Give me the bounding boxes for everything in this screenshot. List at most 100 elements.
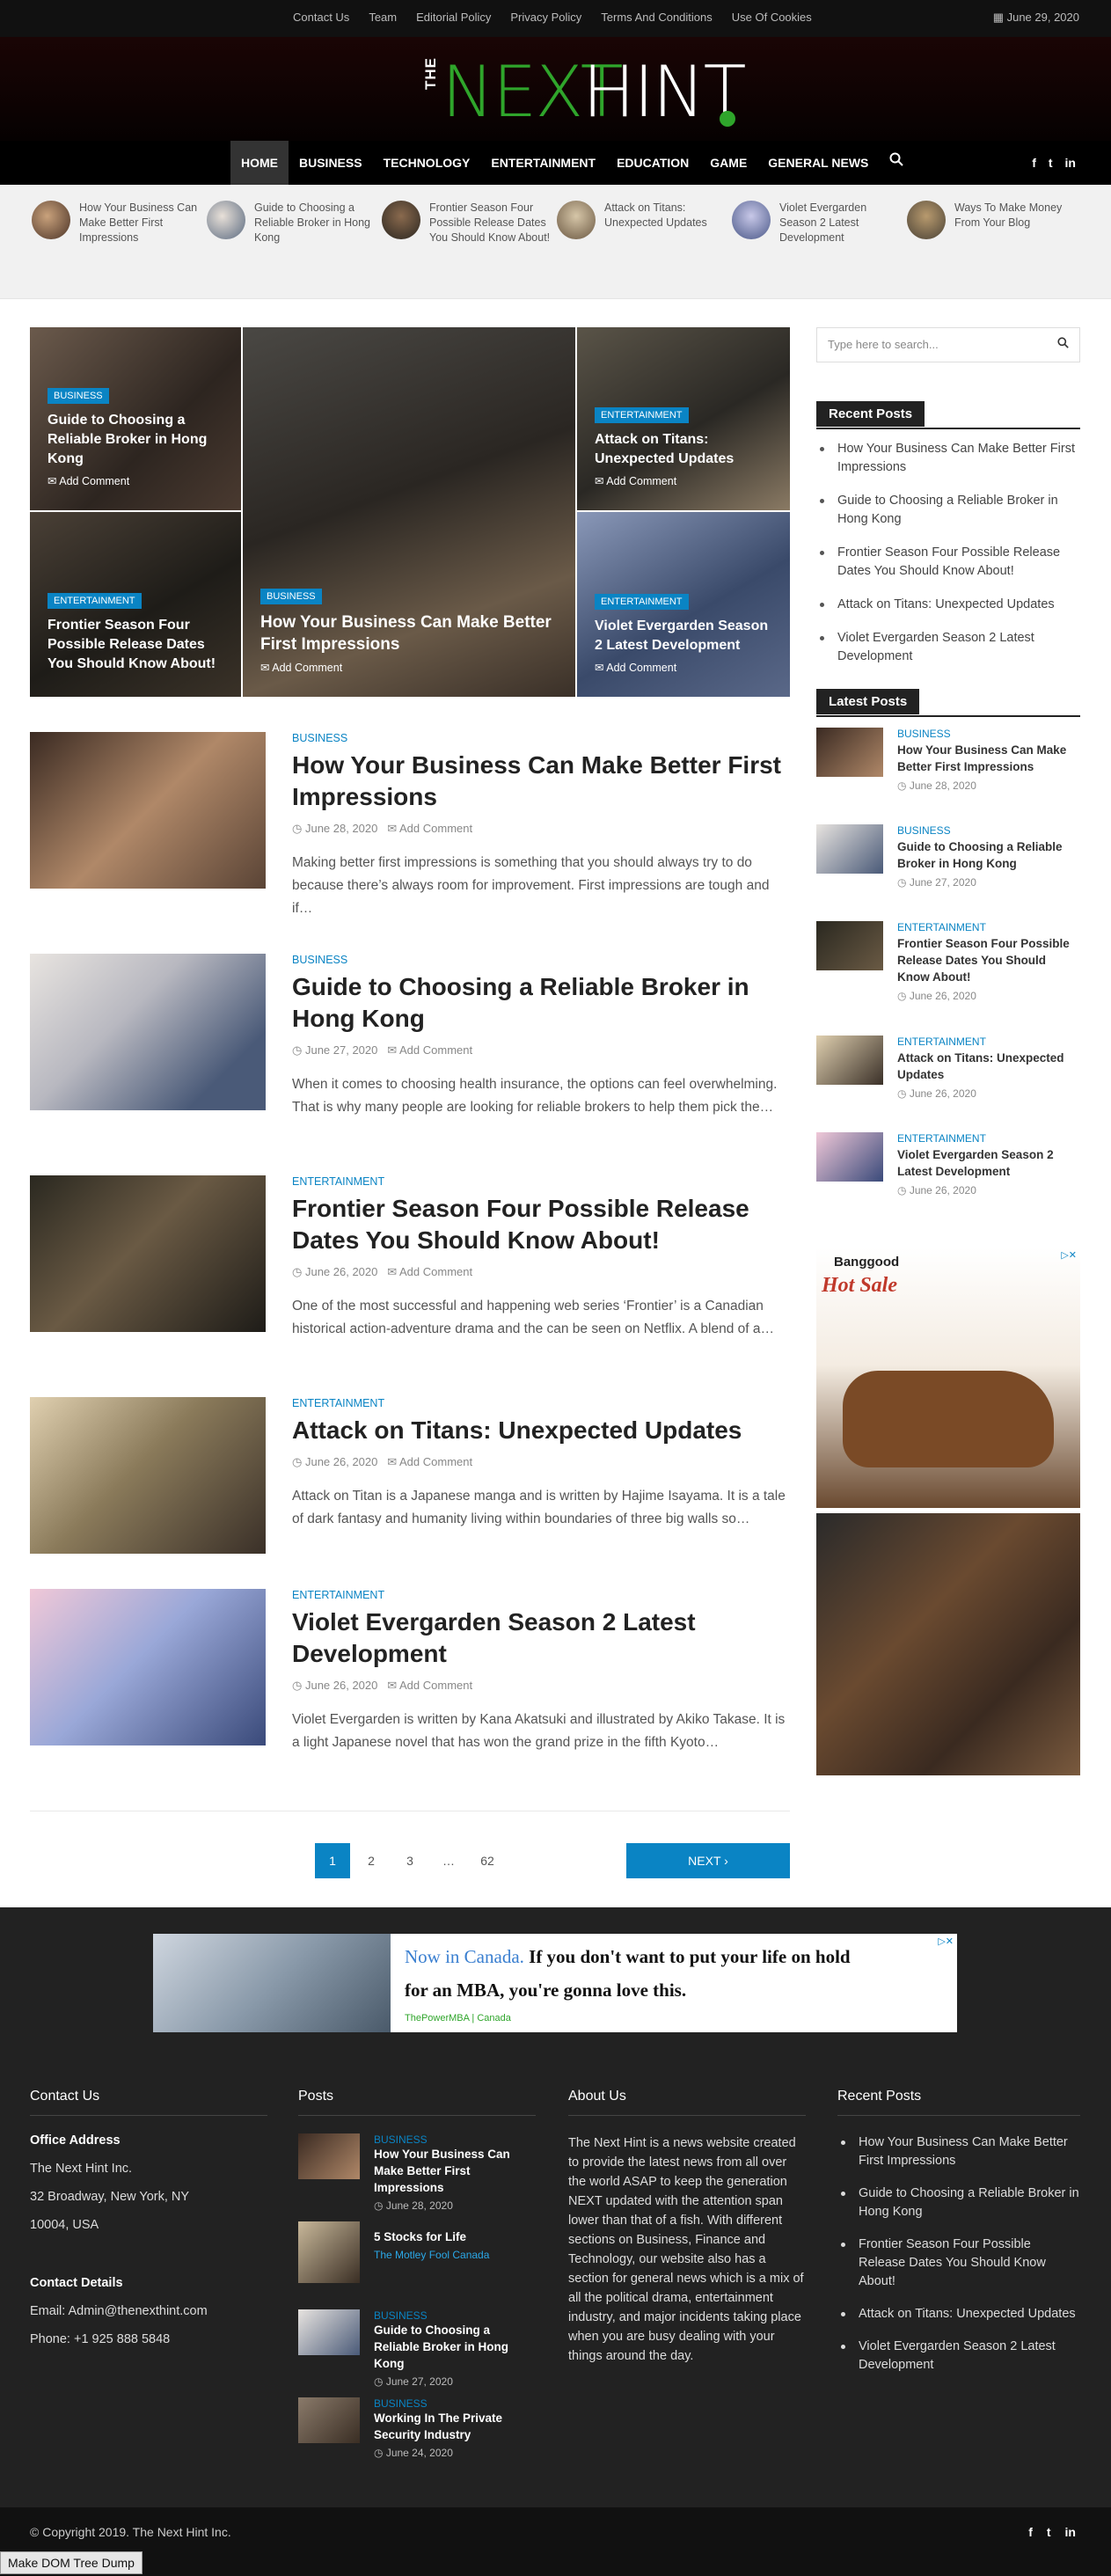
footer-recent-link[interactable]: Attack on Titans: Unexpected Updates xyxy=(837,2305,1080,2324)
ticker-item[interactable]: Attack on Titans: Unexpected Updates xyxy=(557,201,728,239)
footer-post[interactable]: BUSINESS Working In The Private Security … xyxy=(298,2397,536,2485)
recent-post-link[interactable]: Guide to Choosing a Reliable Broker in H… xyxy=(816,492,1080,529)
page-62[interactable]: 62 xyxy=(470,1843,505,1878)
facebook-icon[interactable]: f xyxy=(1028,2525,1033,2539)
latest-post-title[interactable]: Attack on Titans: Unexpected Updates xyxy=(897,1050,1080,1083)
nav-business[interactable]: BUSINESS xyxy=(289,141,373,185)
featured-item[interactable]: ENTERTAINMENT Attack on Titans: Unexpecte… xyxy=(577,327,790,510)
add-comment[interactable]: ✉ Add Comment xyxy=(48,474,227,487)
add-comment[interactable]: Add Comment xyxy=(399,822,472,835)
site-logo[interactable]: THE NEXT HINT xyxy=(422,53,746,132)
footer-post-category[interactable]: BUSINESS xyxy=(374,2397,536,2410)
footer-post-title[interactable]: 5 Stocks for Life xyxy=(374,2228,489,2245)
footer-sponsored-post[interactable]: 5 Stocks for Life The Motley Fool Canada xyxy=(298,2221,536,2309)
article-title[interactable]: Frontier Season Four Possible Release Da… xyxy=(292,1193,790,1256)
latest-post[interactable]: BUSINESS How Your Business Can Make Bette… xyxy=(816,728,1080,824)
nav-home[interactable]: HOME xyxy=(230,141,289,185)
footer-post[interactable]: BUSINESS Guide to Choosing a Reliable Bro… xyxy=(298,2309,536,2397)
ad-image-bottom[interactable] xyxy=(816,1513,1080,1775)
ticker-item[interactable]: How Your Business Can Make Better First … xyxy=(32,201,203,245)
ticker-item[interactable]: Ways To Make Money From Your Blog xyxy=(907,201,1078,239)
latest-post-category[interactable]: BUSINESS xyxy=(897,728,1080,740)
top-link-team[interactable]: Team xyxy=(369,11,397,24)
latest-post-category[interactable]: ENTERTAINMENT xyxy=(897,1036,1080,1048)
featured-title[interactable]: Frontier Season Four Possible Release Da… xyxy=(48,616,227,674)
recent-post-link[interactable]: Violet Evergarden Season 2 Latest Develo… xyxy=(816,629,1080,666)
footer-post-title[interactable]: How Your Business Can Make Better First … xyxy=(374,2146,536,2196)
top-link-contact[interactable]: Contact Us xyxy=(293,11,349,24)
twitter-icon[interactable]: t xyxy=(1047,2525,1051,2539)
latest-post[interactable]: ENTERTAINMENT Violet Evergarden Season 2 … xyxy=(816,1132,1080,1229)
nav-entertainment[interactable]: ENTERTAINMENT xyxy=(480,141,606,185)
article-title[interactable]: Violet Evergarden Season 2 Latest Develo… xyxy=(292,1606,790,1670)
latest-post-thumb[interactable] xyxy=(816,921,883,970)
article-image[interactable] xyxy=(30,1397,266,1554)
latest-post-category[interactable]: BUSINESS xyxy=(897,824,1080,837)
footer-ad[interactable]: Now in Canada. If you don't want to put … xyxy=(153,1934,957,2032)
nav-game[interactable]: GAME xyxy=(699,141,757,185)
add-comment[interactable]: ✉ Add Comment xyxy=(260,661,561,674)
footer-post-title[interactable]: Working In The Private Security Industry xyxy=(374,2410,536,2443)
latest-post[interactable]: ENTERTAINMENT Attack on Titans: Unexpecte… xyxy=(816,1036,1080,1132)
top-link-cookies[interactable]: Use Of Cookies xyxy=(732,11,812,24)
article-title[interactable]: Guide to Choosing a Reliable Broker in H… xyxy=(292,971,790,1035)
footer-post-category[interactable]: BUSINESS xyxy=(374,2133,536,2146)
ticker-item[interactable]: Frontier Season Four Possible Release Da… xyxy=(382,201,553,245)
add-comment[interactable]: Add Comment xyxy=(399,1455,472,1468)
article-category[interactable]: ENTERTAINMENT xyxy=(292,1175,790,1188)
add-comment[interactable]: Add Comment xyxy=(399,1679,472,1692)
facebook-icon[interactable]: f xyxy=(1032,156,1036,170)
featured-item[interactable]: ENTERTAINMENT Frontier Season Four Possib… xyxy=(30,512,241,697)
page-2[interactable]: 2 xyxy=(354,1843,389,1878)
featured-title[interactable]: Attack on Titans: Unexpected Updates xyxy=(595,430,776,469)
add-comment[interactable]: Add Comment xyxy=(399,1043,472,1057)
latest-post-title[interactable]: Guide to Choosing a Reliable Broker in H… xyxy=(897,838,1080,872)
latest-post-thumb[interactable] xyxy=(816,728,883,777)
article-category[interactable]: ENTERTAINMENT xyxy=(292,1397,790,1409)
latest-post[interactable]: BUSINESS Guide to Choosing a Reliable Bro… xyxy=(816,824,1080,921)
latest-post-category[interactable]: ENTERTAINMENT xyxy=(897,1132,1080,1145)
latest-post-thumb[interactable] xyxy=(816,1132,883,1182)
latest-post-thumb[interactable] xyxy=(816,1036,883,1085)
recent-post-link[interactable]: How Your Business Can Make Better First … xyxy=(816,440,1080,477)
footer-recent-link[interactable]: Violet Evergarden Season 2 Latest Develo… xyxy=(837,2338,1080,2375)
footer-post-thumb[interactable] xyxy=(298,2309,360,2355)
featured-item-large[interactable]: BUSINESS How Your Business Can Make Bette… xyxy=(243,327,575,697)
add-comment[interactable]: Add Comment xyxy=(399,1265,472,1278)
article-image[interactable] xyxy=(30,1589,266,1745)
ticker-item[interactable]: Violet Evergarden Season 2 Latest Develo… xyxy=(732,201,903,245)
nav-education[interactable]: EDUCATION xyxy=(606,141,699,185)
article-category[interactable]: BUSINESS xyxy=(292,954,790,966)
featured-title[interactable]: How Your Business Can Make Better First … xyxy=(260,611,561,655)
ticker-item[interactable]: Guide to Choosing a Reliable Broker in H… xyxy=(207,201,378,245)
add-comment[interactable]: ✉ Add Comment xyxy=(595,474,776,487)
footer-post-category[interactable]: BUSINESS xyxy=(374,2309,536,2322)
article-image[interactable] xyxy=(30,954,266,1110)
contact-email[interactable]: Email: Admin@thenexthint.com xyxy=(30,2304,267,2318)
category-badge[interactable]: ENTERTAINMENT xyxy=(48,593,142,609)
latest-post-title[interactable]: How Your Business Can Make Better First … xyxy=(897,742,1080,775)
footer-recent-link[interactable]: Frontier Season Four Possible Release Da… xyxy=(837,2236,1080,2291)
contact-phone[interactable]: Phone: +1 925 888 5848 xyxy=(30,2332,267,2346)
featured-item[interactable]: ENTERTAINMENT Violet Evergarden Season 2 … xyxy=(577,512,790,697)
latest-post-title[interactable]: Violet Evergarden Season 2 Latest Develo… xyxy=(897,1146,1080,1180)
article-image[interactable] xyxy=(30,1175,266,1332)
top-link-editorial[interactable]: Editorial Policy xyxy=(416,11,491,24)
article-title[interactable]: How Your Business Can Make Better First … xyxy=(292,750,790,813)
article-title[interactable]: Attack on Titans: Unexpected Updates xyxy=(292,1415,790,1446)
search-icon[interactable] xyxy=(879,141,914,185)
dom-dump-button[interactable]: Make DOM Tree Dump xyxy=(0,2551,143,2574)
nav-general-news[interactable]: GENERAL NEWS xyxy=(757,141,879,185)
ad-choices-icon[interactable]: ▷✕ xyxy=(1061,1249,1077,1261)
ad-choices-icon[interactable]: ▷✕ xyxy=(938,1936,954,1947)
linkedin-icon[interactable]: in xyxy=(1065,2525,1076,2539)
latest-post-thumb[interactable] xyxy=(816,824,883,874)
article-category[interactable]: BUSINESS xyxy=(292,732,790,744)
twitter-icon[interactable]: t xyxy=(1049,156,1053,170)
recent-post-link[interactable]: Frontier Season Four Possible Release Da… xyxy=(816,544,1080,581)
category-badge[interactable]: ENTERTAINMENT xyxy=(595,594,689,610)
sidebar-search-input[interactable]: Type here to search... xyxy=(816,327,1080,362)
add-comment[interactable]: ✉ Add Comment xyxy=(595,661,776,674)
page-3[interactable]: 3 xyxy=(392,1843,428,1878)
footer-post-thumb[interactable] xyxy=(298,2133,360,2179)
